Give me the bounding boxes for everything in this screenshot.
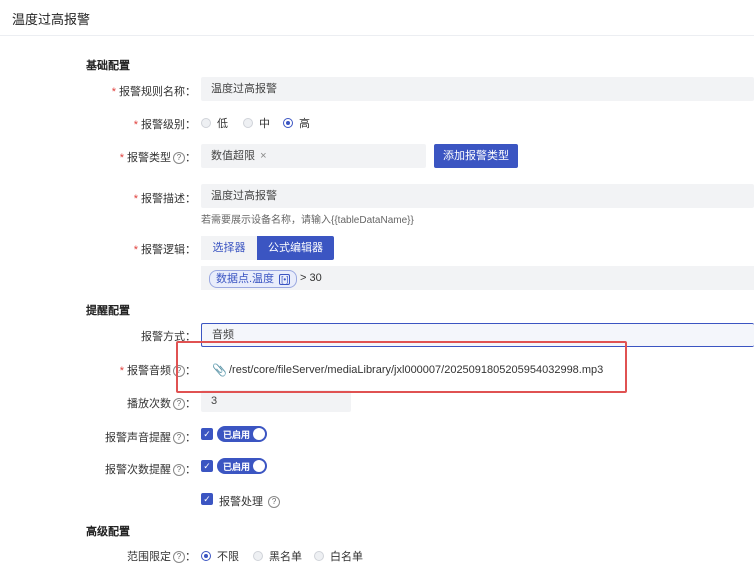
level-option-mid[interactable]: 中 [243, 115, 270, 131]
scope-option-whitelist[interactable]: 白名单 [314, 548, 363, 564]
logic-label: * 报警逻辑： [133, 244, 196, 256]
add-alarm-type-button[interactable]: 添加报警类型 [434, 144, 518, 168]
level-option-high[interactable]: 高 [283, 115, 310, 131]
help-icon: ? [173, 432, 185, 444]
section-reminder-title: 提醒配置 [86, 305, 130, 317]
scope-option-unlimited[interactable]: 不限 [201, 548, 239, 564]
radio-icon [314, 551, 324, 561]
formula-box[interactable]: 数据点.温度 [•] > 30 [201, 266, 754, 290]
scope-label: 范围限定?： [127, 551, 196, 563]
sound-label: * 报警音频?： [119, 365, 196, 377]
radio-selected-icon [201, 551, 211, 561]
radio-icon [201, 118, 211, 128]
switch-knob [253, 460, 265, 472]
play-count-input[interactable]: 3 [201, 390, 351, 412]
help-icon: ? [173, 464, 185, 476]
section-basic-title: 基础配置 [86, 60, 130, 72]
tab-selector[interactable]: 选择器 [201, 236, 257, 260]
variable-icon: [•] [279, 274, 291, 285]
count-alert-label: 报警次数提醒?： [105, 464, 196, 476]
sound-alert-switch[interactable]: 已启用 [217, 426, 267, 442]
alarm-type-label: * 报警类型?： [119, 152, 196, 164]
highlight-box [176, 341, 627, 393]
handle-label: 报警处理 ? [219, 493, 281, 509]
count-alert-switch[interactable]: 已启用 [217, 458, 267, 474]
level-option-low[interactable]: 低 [201, 115, 228, 131]
handle-checkbox[interactable]: ✓ [201, 493, 213, 505]
alarm-type-select[interactable]: 数值超限 × [201, 144, 426, 168]
description-label: * 报警描述： [133, 193, 196, 205]
section-advanced-title: 高级配置 [86, 526, 130, 538]
radio-icon [253, 551, 263, 561]
help-icon: ? [173, 398, 185, 410]
rule-name-label: * 报警规则名称： [111, 86, 196, 98]
sound-alert-checkbox[interactable]: ✓ [201, 428, 213, 440]
formula-variable-tag[interactable]: 数据点.温度 [•] [209, 270, 298, 288]
radio-selected-icon [283, 118, 293, 128]
level-label: * 报警级别： [133, 119, 196, 131]
alarm-type-tag: 数值超限 [211, 150, 255, 162]
page-title: 温度过高报警 [12, 12, 91, 27]
header-divider [0, 35, 754, 36]
scope-option-blacklist[interactable]: 黑名单 [253, 548, 302, 564]
switch-knob [253, 428, 265, 440]
rule-name-input[interactable]: 温度过高报警 [201, 77, 754, 101]
play-count-label: 播放次数?： [127, 398, 196, 410]
formula-expression: > 30 [300, 272, 322, 284]
sound-alert-label: 报警声音提醒?： [105, 432, 196, 444]
description-hint: 若需要展示设备名称，请输入{{tableDataName}} [201, 215, 414, 226]
count-alert-checkbox[interactable]: ✓ [201, 460, 213, 472]
help-icon: ? [173, 551, 185, 563]
description-input[interactable]: 温度过高报警 [201, 184, 754, 208]
tab-formula-editor[interactable]: 公式编辑器 [257, 236, 334, 260]
help-icon: ? [173, 152, 185, 164]
method-label: 报警方式： [141, 331, 196, 343]
radio-icon [243, 118, 253, 128]
tag-remove-icon[interactable]: × [260, 150, 266, 162]
help-icon: ? [268, 496, 281, 508]
